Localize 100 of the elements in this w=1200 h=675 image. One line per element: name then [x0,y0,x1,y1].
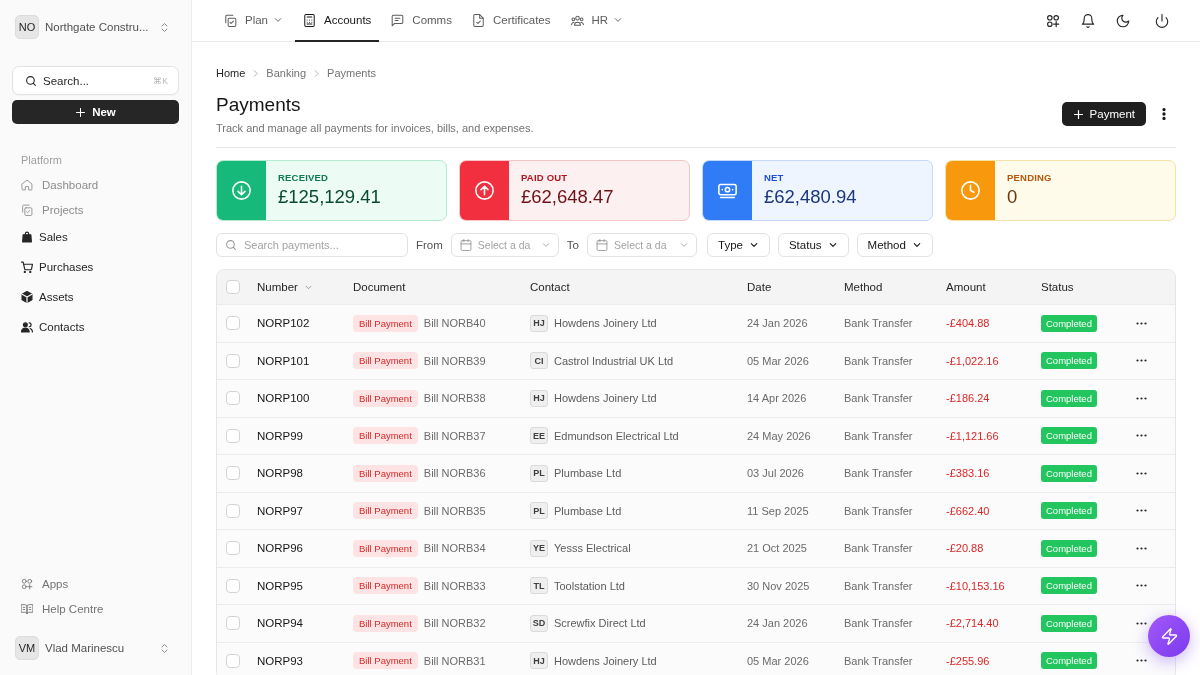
sidebar-item[interactable]: Help Centre [12,596,179,621]
workspace-name[interactable]: Northgate Constru... [45,21,159,33]
breadcrumb-link[interactable]: Banking [266,66,307,80]
card-label: NET [764,172,785,184]
payment-method: Bank Transfer [844,504,914,517]
document-type-tag: Bill Payment [353,614,418,632]
nav-tab[interactable]: Plan [216,0,292,42]
add-payment-button[interactable]: Payment [1061,102,1146,126]
column-header[interactable]: Contact [530,281,570,293]
checkbox[interactable] [226,280,240,294]
card-label: RECEIVED [278,172,330,184]
filter-dropdown[interactable]: Type [707,233,770,257]
payment-number: NORP99 [257,429,305,442]
checkbox[interactable] [226,541,240,556]
chevron-down-icon [679,240,689,250]
shortcut-hint: ⌘K [153,75,168,86]
checkbox[interactable] [226,428,240,443]
nav-tab[interactable]: Certificates [463,0,559,42]
user-name[interactable]: Vlad Marinescu [45,642,159,654]
sidebar-item[interactable]: Sales [12,222,179,252]
book-icon [21,602,33,615]
checkbox[interactable] [226,391,240,406]
checkbox[interactable] [226,316,240,331]
date-field[interactable]: Select a da [587,233,697,257]
nav-tab[interactable]: Comms [383,0,460,42]
checkbox[interactable] [226,653,240,668]
arrow-down-circle-icon [232,181,251,200]
filter-dropdown[interactable]: Status [777,233,849,257]
column-header[interactable]: Date [747,281,772,293]
document-type-tag: Bill Payment [353,389,418,407]
status-tag: Completed [1041,539,1097,557]
status-tag: Completed [1041,614,1097,632]
chevron-up-down-icon[interactable] [159,21,170,33]
sidebar-item[interactable]: Purchases [12,252,179,282]
contact-name: Plumbase Ltd [554,504,622,517]
checkbox[interactable] [226,578,240,593]
column-header[interactable]: Method [844,281,883,293]
chevron-down-icon [827,240,838,250]
document-reference: Bill NORB34 [423,542,486,555]
nav-tab[interactable]: Accounts [295,0,380,42]
quick-action-button[interactable] [1148,615,1190,657]
status-tag: Completed [1041,652,1097,670]
payment-number: NORP102 [257,317,311,330]
column-header[interactable]: Document [353,281,406,293]
breadcrumb-link[interactable]: Payments [327,66,377,80]
filter-dropdown[interactable]: Method [856,233,933,257]
date-field[interactable]: Select a da [450,233,559,257]
column-header[interactable]: Status [1041,281,1074,293]
calendar-icon [459,239,472,251]
column-header[interactable]: Amount [946,281,986,293]
moon-icon[interactable] [1116,13,1130,28]
power-icon[interactable] [1155,13,1169,28]
payment-date: 24 Jan 2026 [747,617,809,630]
sidebar-item[interactable]: Apps [12,571,179,596]
apps-icon[interactable] [1046,13,1060,28]
contact-initials: CI [530,352,548,370]
search-button[interactable]: Search... ⌘K [12,66,179,95]
payment-method: Bank Transfer [844,317,914,330]
new-button[interactable]: New [12,100,179,124]
payment-date: 24 Jan 2026 [747,317,809,330]
checkbox[interactable] [226,466,240,481]
search-icon [225,239,237,251]
document-reference: Bill NORB32 [423,617,486,630]
document-type-tag: Bill Payment [353,577,418,595]
status-tag: Completed [1041,389,1097,407]
payment-amount: -£255.96 [946,654,991,667]
card-value: £62,648.47 [521,185,614,209]
chevron-up-down-icon[interactable] [159,642,170,654]
payment-method: Bank Transfer [844,467,914,480]
search-icon [25,74,37,87]
checkbox[interactable] [226,616,240,631]
users-icon [21,321,33,333]
checkbox[interactable] [226,503,240,518]
contact-name: Edmundson Electrical Ltd [554,429,679,442]
contact-name: Howdens Joinery Ltd [554,317,657,330]
workspace-avatar: NO [15,15,39,39]
document-type-tag: Bill Payment [353,352,418,370]
copy-check-icon [224,13,237,27]
document-type-tag: Bill Payment [353,652,418,670]
document-type-tag: Bill Payment [353,539,418,557]
card-value: 0 [1007,185,1019,209]
file-check-icon [471,13,485,27]
column-header[interactable]: Number [257,281,313,293]
payment-number: NORP97 [257,504,305,517]
payment-date: 05 Mar 2026 [747,654,810,667]
document-type-tag: Bill Payment [353,427,418,445]
nav-tab[interactable]: HR [562,0,632,42]
checkbox[interactable] [226,353,240,368]
sidebar-item[interactable]: Contacts [12,312,179,342]
bell-icon[interactable] [1081,13,1095,28]
field-label: From [416,239,443,251]
contact-name: Howdens Joinery Ltd [554,392,657,405]
contact-initials: SD [530,614,548,632]
payment-number: NORP100 [257,392,311,405]
search-field[interactable]: Search payments... [216,233,408,257]
payment-date: 30 Nov 2025 [747,579,811,592]
contact-name: Howdens Joinery Ltd [554,654,657,667]
breadcrumb-link[interactable]: Home [216,66,246,80]
sidebar-item[interactable]: Assets [12,282,179,312]
document-reference: Bill NORB40 [423,317,486,330]
